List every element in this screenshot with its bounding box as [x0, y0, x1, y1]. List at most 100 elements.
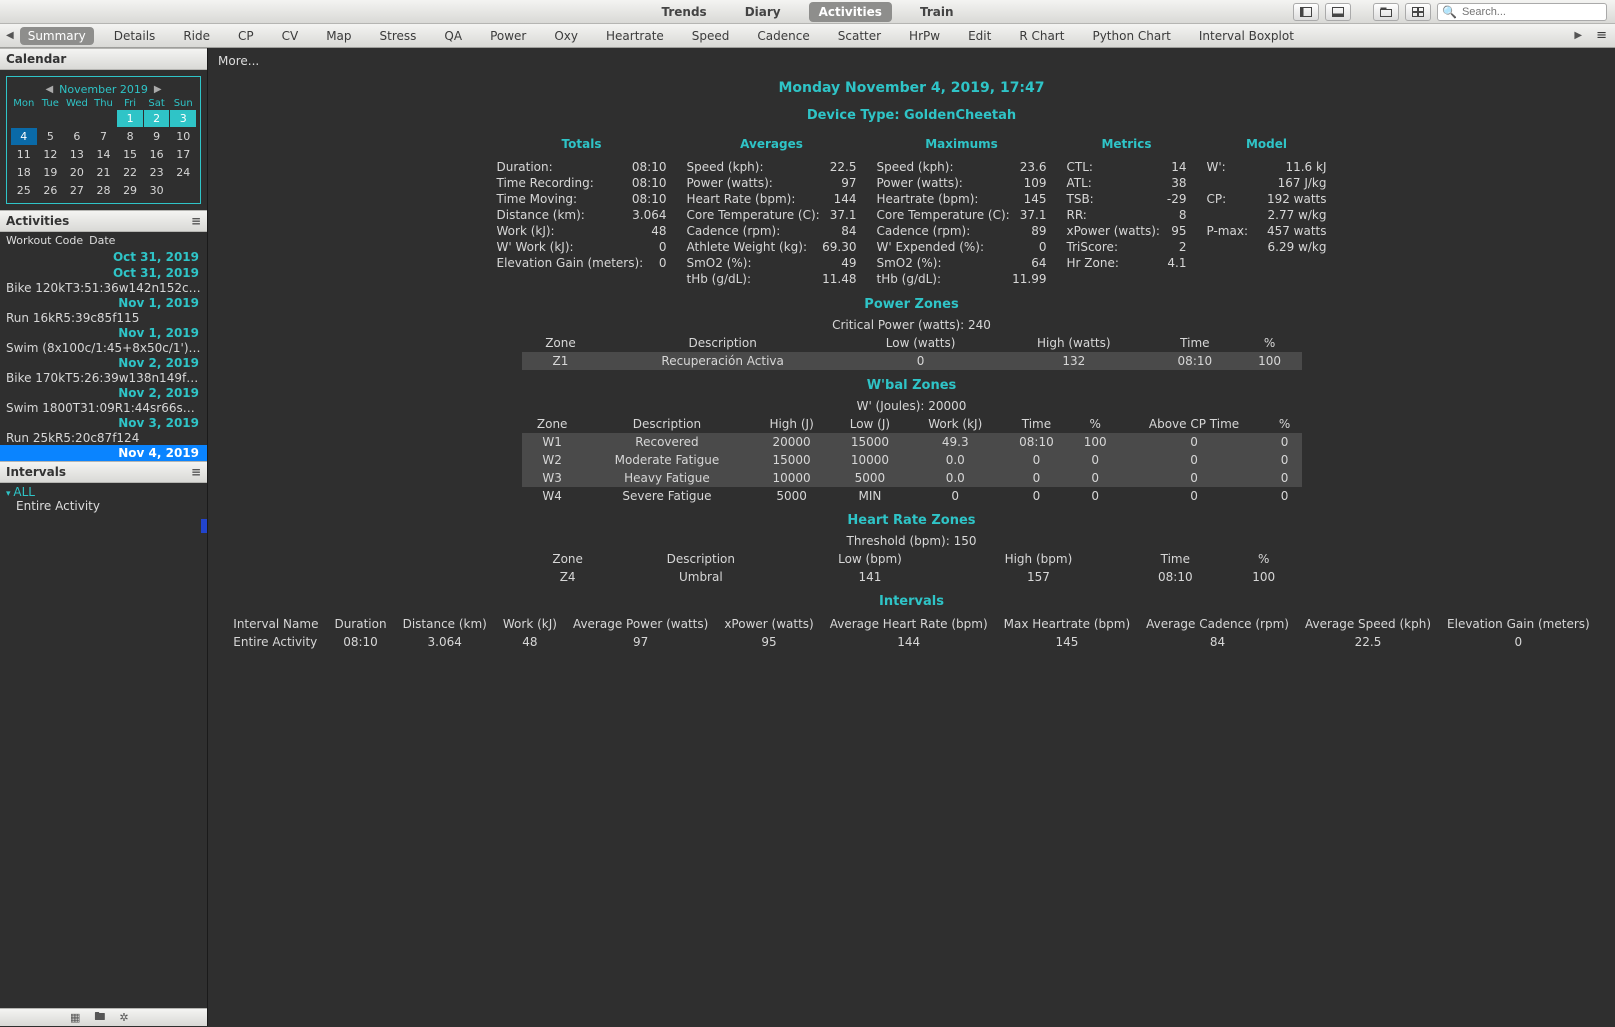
- stat-row: Power (watts):109: [877, 175, 1047, 191]
- stat-row: W':11.6 kJ: [1207, 159, 1327, 175]
- sidebar-folder-icon[interactable]: 🖿: [94, 1008, 105, 1027]
- chart-tab-stress[interactable]: Stress: [372, 27, 425, 45]
- chart-tab-python-chart[interactable]: Python Chart: [1084, 27, 1178, 45]
- scroll-left-icon[interactable]: ◀: [0, 30, 20, 41]
- nav-tab-trends[interactable]: Trends: [652, 2, 717, 22]
- wbal-zones-heading: W'bal Zones: [208, 378, 1615, 393]
- activity-row[interactable]: Nov 2, 2019: [0, 385, 207, 401]
- stat-row: Cadence (rpm):89: [877, 223, 1047, 239]
- interval-item[interactable]: Entire Activity: [6, 499, 201, 513]
- calendar-dow: Sat: [144, 98, 170, 109]
- activity-row[interactable]: Swim 1800T31:09R1:44sr66spl26pb: [0, 401, 207, 415]
- chart-tab-heartrate[interactable]: Heartrate: [598, 27, 672, 45]
- activities-title: Activities: [6, 214, 69, 228]
- search-input[interactable]: [1460, 5, 1602, 19]
- search-box[interactable]: 🔍: [1437, 3, 1607, 21]
- chart-tab-r-chart[interactable]: R Chart: [1011, 27, 1072, 45]
- calendar-next-icon[interactable]: ▶: [154, 84, 162, 95]
- activities-col-code[interactable]: Workout Code: [6, 234, 83, 247]
- layout-tab-icon[interactable]: [1373, 3, 1399, 21]
- calendar-day[interactable]: 29: [117, 182, 143, 199]
- chart-tab-scatter[interactable]: Scatter: [830, 27, 889, 45]
- scroll-right-icon[interactable]: ▶: [1568, 30, 1588, 41]
- layout-bottom-icon[interactable]: [1325, 3, 1351, 21]
- chart-tab-map[interactable]: Map: [318, 27, 359, 45]
- activity-row[interactable]: Bike 170kT5:26:39w138n149f111c70: [0, 371, 207, 385]
- activity-row[interactable]: Bike 120kT3:51:36w142n152c71v31.2: [0, 281, 207, 295]
- activity-row[interactable]: Oct 31, 2019: [0, 265, 207, 281]
- calendar-day[interactable]: 11: [11, 146, 37, 163]
- calendar-prev-icon[interactable]: ◀: [45, 84, 53, 95]
- activity-row[interactable]: Nov 1, 2019Run 16kR5:39c85f115: [0, 295, 207, 325]
- sidebar-gear-icon[interactable]: ✲: [119, 1011, 128, 1024]
- calendar-day[interactable]: 10: [170, 128, 196, 145]
- main-area: Calendar ◀ November 2019 ▶ MonTueWedThuF…: [0, 48, 1615, 1026]
- more-link[interactable]: More...: [208, 48, 1615, 74]
- calendar-day[interactable]: 2: [144, 110, 170, 127]
- nav-tab-diary[interactable]: Diary: [735, 2, 791, 22]
- activity-row[interactable]: Nov 1, 2019: [0, 325, 207, 341]
- chart-tab-oxy[interactable]: Oxy: [546, 27, 586, 45]
- calendar-day[interactable]: 27: [64, 182, 90, 199]
- sidebar-calendar-icon[interactable]: ▦: [70, 1011, 80, 1024]
- calendar-day[interactable]: 30: [144, 182, 170, 199]
- activities-list[interactable]: Oct 31, 2019Oct 31, 2019Bike 120kT3:51:3…: [0, 249, 207, 461]
- calendar-dow: Wed: [64, 98, 90, 109]
- chart-tab-power[interactable]: Power: [482, 27, 534, 45]
- calendar-day[interactable]: 15: [117, 146, 143, 163]
- chart-tab-speed[interactable]: Speed: [684, 27, 738, 45]
- calendar-day[interactable]: 19: [38, 164, 64, 181]
- activities-col-date[interactable]: Date: [89, 234, 115, 247]
- calendar-day[interactable]: 7: [91, 128, 117, 145]
- chart-tab-bar: ◀ Summary Details Ride CP CV Map Stress QA Power…: [0, 24, 1615, 48]
- chart-tab-cadence[interactable]: Cadence: [749, 27, 817, 45]
- calendar-month: November 2019: [59, 83, 148, 96]
- chart-tab-cv[interactable]: CV: [274, 27, 307, 45]
- chart-tab-details[interactable]: Details: [106, 27, 164, 45]
- calendar-day[interactable]: 4: [11, 128, 37, 145]
- activity-row[interactable]: Oct 31, 2019: [0, 249, 207, 265]
- calendar-day[interactable]: 25: [11, 182, 37, 199]
- stat-row: 6.29 w/kg: [1207, 239, 1327, 255]
- chart-tab-cp[interactable]: CP: [230, 27, 262, 45]
- activity-row[interactable]: Nov 2, 2019: [0, 355, 207, 371]
- calendar-day[interactable]: 8: [117, 128, 143, 145]
- nav-tab-activities[interactable]: Activities: [809, 2, 892, 22]
- calendar-day[interactable]: 6: [64, 128, 90, 145]
- activity-row[interactable]: Nov 3, 2019Run 25kR5:20c87f124: [0, 415, 207, 445]
- layout-tile-icon[interactable]: [1405, 3, 1431, 21]
- calendar-day[interactable]: 17: [170, 146, 196, 163]
- intervals-all[interactable]: ALL: [6, 485, 201, 499]
- calendar-day[interactable]: 23: [144, 164, 170, 181]
- calendar-day[interactable]: 28: [91, 182, 117, 199]
- nav-tab-train[interactable]: Train: [910, 2, 964, 22]
- calendar-day[interactable]: 12: [38, 146, 64, 163]
- calendar-day[interactable]: 9: [144, 128, 170, 145]
- chart-tab-edit[interactable]: Edit: [960, 27, 999, 45]
- calendar-day[interactable]: 18: [11, 164, 37, 181]
- calendar-day[interactable]: 5: [38, 128, 64, 145]
- calendar-day[interactable]: 20: [64, 164, 90, 181]
- stat-row: Duration:08:10: [497, 159, 667, 175]
- activity-row[interactable]: Swim (8x100c/1:45+8x50c/1')P3'R133sr67sp…: [0, 341, 207, 355]
- calendar-day[interactable]: 13: [64, 146, 90, 163]
- calendar-day[interactable]: 24: [170, 164, 196, 181]
- activity-row[interactable]: Nov 4, 2019: [0, 445, 207, 461]
- chart-tab-hrpw[interactable]: HrPw: [901, 27, 948, 45]
- calendar-day[interactable]: 16: [144, 146, 170, 163]
- chart-menu-icon[interactable]: ≡: [1588, 28, 1615, 43]
- header-right: 🔍: [1293, 3, 1615, 21]
- calendar-day[interactable]: 1: [117, 110, 143, 127]
- calendar-day[interactable]: 22: [117, 164, 143, 181]
- layout-sidebar-icon[interactable]: [1293, 3, 1319, 21]
- calendar-day[interactable]: 21: [91, 164, 117, 181]
- chart-tab-interval-boxplot[interactable]: Interval Boxplot: [1191, 27, 1302, 45]
- calendar-day[interactable]: 3: [170, 110, 196, 127]
- chart-tab-ride[interactable]: Ride: [175, 27, 218, 45]
- intervals-menu-icon[interactable]: ≡: [191, 465, 201, 479]
- chart-tab-summary[interactable]: Summary: [20, 27, 94, 45]
- calendar-day[interactable]: 26: [38, 182, 64, 199]
- activities-menu-icon[interactable]: ≡: [191, 214, 201, 228]
- chart-tab-qa[interactable]: QA: [436, 27, 470, 45]
- calendar-day[interactable]: 14: [91, 146, 117, 163]
